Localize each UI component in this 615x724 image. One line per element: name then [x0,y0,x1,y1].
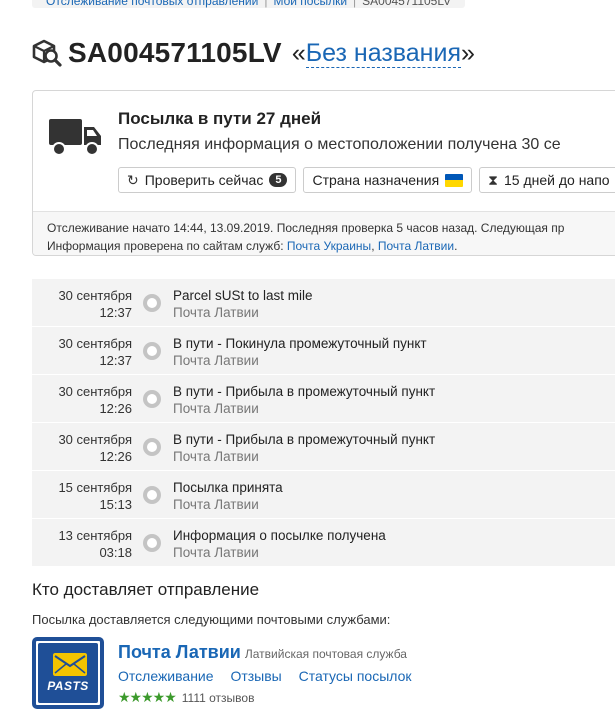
event-date: 30 сентября [58,432,132,447]
event-details: В пути - Прибыла в промежуточный пункт По… [173,383,435,417]
event-service: Почта Латвии [173,545,259,560]
checked-services-line: Информация проверена по сайтам служб: По… [47,239,458,253]
timeline-dot-icon [143,534,161,552]
breadcrumb-link-tracking[interactable]: Отслеживание почтовых отправлений [46,0,258,8]
latvian-post-logo[interactable]: PASTS [32,637,104,709]
status-card: Посылка в пути 27 дней Последняя информа… [32,90,615,256]
timeline-event: 30 сентября 12:37 В пути - Покинула промеж… [32,327,615,375]
event-service: Почта Латвии [173,449,259,464]
days-left-button[interactable]: ⧗ 15 дней до напо [479,167,615,193]
carrier-links: Отслеживание Отзывы Статусы посылок [118,668,425,684]
truck-icon [49,119,101,156]
parcel-search-icon [32,39,62,67]
timeline-dot-icon [143,438,161,456]
tracking-info-line: Отслеживание начато 14:44, 13.09.2019. П… [47,221,565,235]
check-count-badge: 5 [269,173,288,187]
breadcrumb-current: SA004571105LV [362,0,452,8]
destination-country-button[interactable]: Страна назначения [303,167,473,193]
event-service: Почта Латвии [173,305,259,320]
event-date: 30 сентября [58,384,132,399]
timeline-dot-icon [143,294,161,312]
event-status: В пути - Покинула промежуточный пункт [173,336,427,351]
event-datetime: 30 сентября 12:26 [58,383,132,417]
event-service: Почта Латвии [173,497,259,512]
event-datetime: 30 сентября 12:37 [58,287,132,321]
status-headline: Посылка в пути 27 дней [118,109,322,128]
event-service: Почта Латвии [173,353,259,368]
check-now-button[interactable]: ↻ Проверить сейчас 5 [118,167,297,193]
event-service: Почта Латвии [173,401,259,416]
event-details: Parcel sUSt to last mile Почта Латвии [173,287,313,321]
carrier-card: PASTS Почта Латвии Латвийская почтовая сл… [32,637,612,712]
event-datetime: 15 сентября 15:13 [58,479,132,513]
event-time: 12:37 [99,305,132,320]
timeline-event: 15 сентября 15:13 Посылка принята Почта Лат… [32,471,615,519]
event-datetime: 30 сентября 12:37 [58,335,132,369]
breadcrumb-link-my-parcels[interactable]: Мои посылки [273,0,347,8]
timeline-dot-icon [143,342,161,360]
event-details: Информация о посылке получена Почта Латви… [173,527,386,561]
timeline-dot-icon [143,390,161,408]
event-date: 13 сентября [58,528,132,543]
event-date: 30 сентября [58,288,132,303]
page-title: SA004571105LV «Без названия» [32,37,475,69]
event-date: 15 сентября [58,480,132,495]
event-status: Посылка принята [173,480,283,495]
timeline-dot-icon [143,486,161,504]
ukraine-flag-icon [445,173,464,187]
parcel-name: «Без названия» [291,38,475,68]
event-status: Parcel sUSt to last mile [173,288,313,303]
carrier-description: Латвийская почтовая служба [244,647,407,661]
carrier-title: Почта Латвии Латвийская почтовая служба [118,642,407,663]
timeline-event: 30 сентября 12:26 В пути - Прибыла в проме… [32,423,615,471]
tracking-number: SA004571105LV [68,37,282,68]
event-details: В пути - Покинула промежуточный пункт Поч… [173,335,427,369]
timeline-event: 13 сентября 03:18 Информация о посылке пол… [32,519,615,567]
event-time: 15:13 [99,497,132,512]
events-timeline: 30 сентября 12:37 Parcel sUSt to last mile… [32,279,615,567]
event-status: В пути - Прибыла в промежуточный пункт [173,432,436,447]
event-status: Информация о посылке получена [173,528,386,543]
service-link-latvian-post[interactable]: Почта Латвии [378,239,454,253]
timeline-event: 30 сентября 12:26 В пути - Прибыла в проме… [32,375,615,423]
event-details: В пути - Прибыла в промежуточный пункт По… [173,431,435,465]
breadcrumb: Отслеживание почтовых отправлений | Мои по… [32,0,466,8]
breadcrumb-separator: | [353,0,357,8]
tracking-info: Отслеживание начато 14:44, 13.09.2019. П… [33,211,615,255]
event-time: 12:26 [99,449,132,464]
carrier-reviews-link[interactable]: Отзывы [230,668,281,684]
carrier-statuses-link[interactable]: Статусы посылок [299,668,412,684]
delivery-heading: Кто доставляет отправление [32,580,260,599]
carrier-rating: ★★★★★ 1111 отзывов [118,689,254,706]
status-subline: Последняя информация о местоположении по… [118,136,561,153]
timeline-event: 30 сентября 12:37 Parcel sUSt to last mile… [32,279,615,327]
event-time: 12:37 [99,353,132,368]
envelope-icon [53,653,87,676]
event-datetime: 30 сентября 12:26 [58,431,132,465]
carrier-name-link[interactable]: Почта Латвии [118,642,241,662]
event-datetime: 13 сентября 03:18 [58,527,132,561]
reviews-count[interactable]: 1111 отзывов [182,691,255,705]
hourglass-icon: ⧗ [488,171,498,188]
refresh-icon: ↻ [127,171,139,188]
event-time: 03:18 [99,545,132,560]
event-details: Посылка принята Почта Латвии [173,479,283,513]
delivery-subheading: Посылка доставляется следующими почтовым… [32,612,391,627]
event-time: 12:26 [99,401,132,416]
carrier-tracking-link[interactable]: Отслеживание [118,668,214,684]
logo-text: PASTS [47,679,89,693]
service-link-ukrposhta[interactable]: Почта Украины [287,239,371,253]
event-date: 30 сентября [58,336,132,351]
parcel-name-edit[interactable]: Без названия [305,38,461,68]
event-status: В пути - Прибыла в промежуточный пункт [173,384,436,399]
breadcrumb-separator: | [264,0,268,8]
rating-stars-icon: ★★★★★ [118,689,177,705]
